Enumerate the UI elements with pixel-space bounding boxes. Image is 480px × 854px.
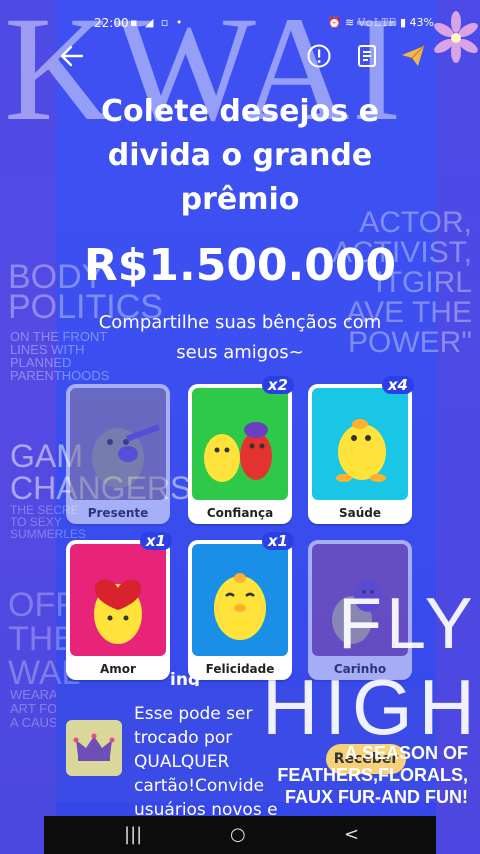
- home-button[interactable]: ○: [230, 824, 246, 845]
- card-count-badge: x2: [261, 376, 294, 394]
- arrow-left-icon[interactable]: [58, 42, 86, 70]
- chick-happy-icon: [214, 573, 266, 640]
- card-art: [70, 388, 166, 500]
- chick-running-icon: [336, 419, 386, 482]
- document-icon[interactable]: [354, 43, 380, 69]
- card-label: Confiança: [206, 506, 274, 520]
- paper-plane-icon[interactable]: [400, 43, 426, 69]
- page-subtitle: Compartilhe suas bênçãos com seus amigos…: [98, 312, 382, 363]
- card-confianca[interactable]: x2 Confiança: [188, 376, 294, 524]
- reward-thumbnail: [66, 720, 122, 776]
- page-title: Colete desejos e divida o grande prêmio: [101, 94, 379, 217]
- overlay-season-text: A SEASON OF FEATHERS,FLORALS, FAUX FUR-A…: [277, 743, 468, 807]
- card-label: Presente: [87, 506, 149, 520]
- card-presente[interactable]: Presente: [66, 384, 170, 524]
- flower-icon: [434, 11, 478, 63]
- card-count-badge: x4: [381, 376, 414, 394]
- chick-heart-icon: [94, 579, 142, 644]
- info-circle-icon[interactable]: [306, 43, 332, 69]
- card-count-badge: x1: [139, 532, 172, 550]
- system-status-icons: ⏰ ≋ 𝚅𝚘𝙻𝚃𝙴 ▮ 43%: [327, 16, 434, 29]
- chicks-trust-icon: [204, 422, 272, 482]
- prize-amount: R$1.500.000: [83, 240, 397, 291]
- card-art: [312, 388, 408, 500]
- card-count-badge: x1: [261, 532, 294, 550]
- card-amor[interactable]: x1 Amor: [66, 532, 172, 680]
- card-felicidade[interactable]: x1 Felicidade: [188, 532, 294, 680]
- card-art: [70, 544, 166, 656]
- notification-icons: ▪ ◢ ▫ •: [130, 16, 185, 29]
- recent-apps-button[interactable]: |||: [124, 824, 142, 845]
- chick-guitar-icon: [92, 424, 161, 488]
- system-back-button[interactable]: <: [344, 824, 359, 845]
- card-label: Amor: [100, 662, 136, 676]
- status-time: 22:00: [94, 16, 129, 30]
- overlay-high-text: HIGH: [262, 663, 480, 751]
- card-art: [192, 388, 288, 500]
- crown-icon: [73, 733, 115, 761]
- navigation-bar: ||| ○ <: [44, 816, 436, 854]
- card-art: [192, 544, 288, 656]
- status-bar: 22:00 ▪ ◢ ▫ • ⏰ ≋ 𝚅𝚘𝙻𝚃𝙴 ▮ 43%: [94, 14, 434, 34]
- card-saude[interactable]: x4 Saúde: [308, 376, 414, 524]
- card-label: Saúde: [338, 506, 381, 520]
- overlay-fly-text: FLY: [338, 584, 477, 664]
